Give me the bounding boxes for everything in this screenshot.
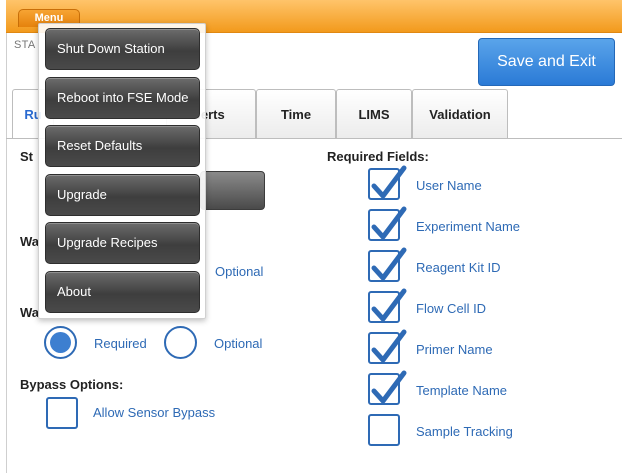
required-field-checkbox[interactable] [368,414,400,446]
checkmark-icon [371,329,407,363]
section-label-2: Wa [20,234,40,249]
required-field-label[interactable]: Template Name [416,383,507,398]
checkmark-icon [371,247,407,281]
required-radio-label[interactable]: Required [94,336,147,351]
menu-item-upgrade-recipes[interactable]: Upgrade Recipes [45,222,200,264]
optional-radio[interactable] [164,326,197,359]
save-and-exit-button[interactable]: Save and Exit [478,38,615,86]
required-field-label[interactable]: Sample Tracking [416,424,513,439]
menu-dropdown: Shut Down Station Reboot into FSE Mode R… [38,23,206,319]
tab-time[interactable]: Time [256,89,336,138]
section-2-optional-label[interactable]: Optional [215,264,263,279]
required-field-label[interactable]: Flow Cell ID [416,301,486,316]
menu-item-about[interactable]: About [45,271,200,313]
allow-sensor-bypass-checkbox[interactable] [46,397,78,429]
required-fields-title: Required Fields: [327,149,429,164]
menu-item-upgrade[interactable]: Upgrade [45,174,200,216]
allow-sensor-bypass-label[interactable]: Allow Sensor Bypass [93,405,215,420]
menu-item-reboot-fse-mode[interactable]: Reboot into FSE Mode [45,77,200,119]
checkmark-icon [371,165,407,199]
required-field-checkbox[interactable] [368,370,407,405]
required-field-label[interactable]: User Name [416,178,482,193]
required-field-label[interactable]: Reagent Kit ID [416,260,501,275]
required-field-checkbox[interactable] [368,329,407,364]
menu-item-reset-defaults[interactable]: Reset Defaults [45,125,200,167]
required-radio[interactable] [44,326,77,359]
required-field-label[interactable]: Primer Name [416,342,493,357]
tab-validation[interactable]: Validation [412,89,508,138]
required-field-checkbox[interactable] [368,206,407,241]
section-label-3: Wa [20,305,40,320]
required-field-checkbox[interactable] [368,288,407,323]
required-field-checkbox[interactable] [368,165,407,200]
checkmark-icon [371,288,407,322]
tab-lims[interactable]: LIMS [336,89,412,138]
checkmark-icon [371,370,407,404]
section-label-1: St [20,149,33,164]
required-field-checkbox[interactable] [368,247,407,282]
bypass-options-title: Bypass Options: [20,377,124,392]
menu-item-shut-down-station[interactable]: Shut Down Station [45,28,200,70]
optional-radio-label[interactable]: Optional [214,336,262,351]
section-1-button[interactable] [200,171,265,210]
station-label: STA [14,39,36,51]
required-field-label[interactable]: Experiment Name [416,219,520,234]
checkmark-icon [371,206,407,240]
